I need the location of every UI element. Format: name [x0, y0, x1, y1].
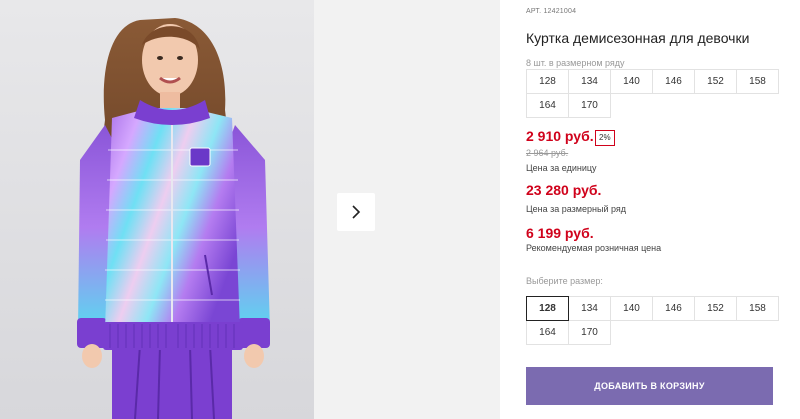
- size-row-cell: 152: [694, 69, 737, 94]
- product-title: Куртка демисезонная для девочки: [526, 30, 750, 46]
- size-picker: 128 134 140 146 152 158 164 170: [526, 296, 779, 345]
- size-row-note: 8 шт. в размерном ряду: [526, 58, 625, 68]
- add-to-cart-button[interactable]: Добавить в корзину: [526, 367, 773, 405]
- size-row-cell: 170: [568, 93, 611, 118]
- size-option-164[interactable]: 164: [526, 320, 569, 345]
- size-row-grid: 128 134 140 146 152 158 164 170: [526, 69, 779, 118]
- article-number: АРТ. 12421004: [526, 8, 576, 15]
- size-option-146[interactable]: 146: [652, 296, 695, 321]
- size-row-cell: 140: [610, 69, 653, 94]
- size-option-134[interactable]: 134: [568, 296, 611, 321]
- old-price: 2 964 руб.: [526, 148, 569, 158]
- size-option-152[interactable]: 152: [694, 296, 737, 321]
- set-price-caption: Цена за размерный ряд: [526, 204, 627, 214]
- unit-price: 2 910 руб.: [526, 128, 594, 144]
- chevron-right-icon: [352, 205, 361, 219]
- size-picker-label: Выберите размер:: [526, 276, 603, 286]
- size-option-140[interactable]: 140: [610, 296, 653, 321]
- retail-price: 6 199 руб.: [526, 225, 594, 241]
- article-label: АРТ.: [526, 8, 542, 15]
- article-value: 12421004: [543, 8, 577, 15]
- size-option-170[interactable]: 170: [568, 320, 611, 345]
- size-option-158[interactable]: 158: [736, 296, 779, 321]
- set-price: 23 280 руб.: [526, 182, 602, 198]
- size-row-cell: 164: [526, 93, 569, 118]
- unit-price-caption: Цена за единицу: [526, 163, 597, 173]
- product-photo: [0, 0, 314, 419]
- size-row-cell: 158: [736, 69, 779, 94]
- size-row-cell: 146: [652, 69, 695, 94]
- discount-badge: 2%: [595, 130, 615, 146]
- size-option-128[interactable]: 128: [526, 296, 569, 321]
- retail-price-caption: Рекомендуемая розничная цена: [526, 243, 662, 253]
- size-row-cell: 134: [568, 69, 611, 94]
- next-image-button[interactable]: [337, 193, 375, 231]
- size-row-cell: 128: [526, 69, 569, 94]
